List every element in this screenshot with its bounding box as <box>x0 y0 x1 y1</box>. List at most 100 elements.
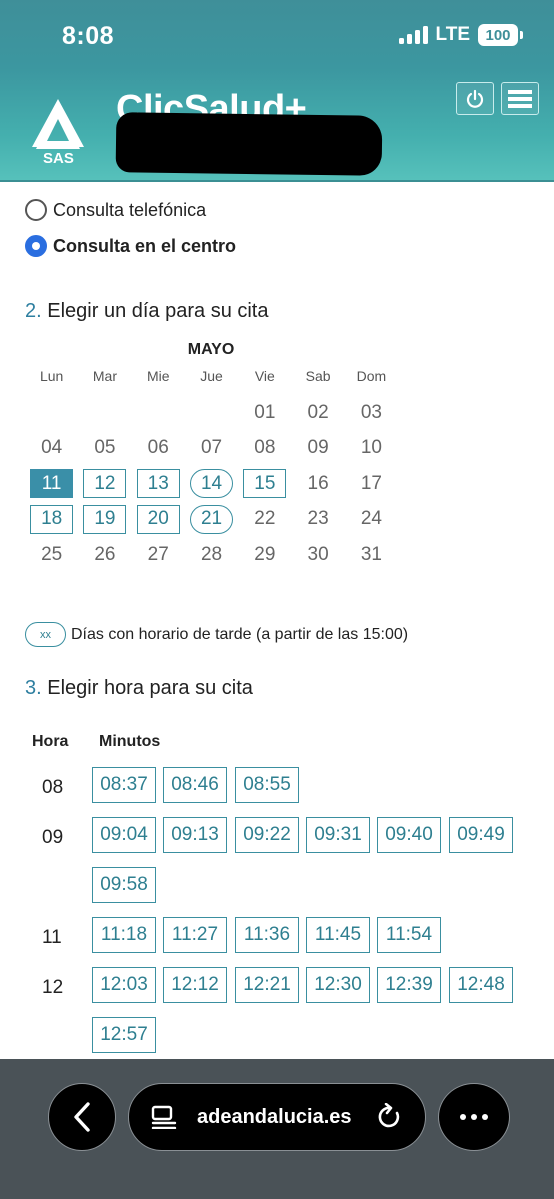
calendar-empty-cell <box>25 395 78 431</box>
radio-label: Consulta telefónica <box>53 199 207 220</box>
calendar-day-05: 05 <box>78 431 131 467</box>
time-slot-button[interactable]: 12:48 <box>449 967 513 1003</box>
radio-button-selected[interactable] <box>25 235 47 257</box>
time-slot-button[interactable]: 11:27 <box>163 917 227 953</box>
time-slot-button[interactable]: 09:22 <box>235 817 299 853</box>
calendar-day-label: 12 <box>83 469 127 499</box>
back-chevron-icon <box>74 1102 90 1132</box>
calendar-day-label: 13 <box>136 469 180 499</box>
weekday-label: Mar <box>92 368 117 384</box>
weekday-label: Dom <box>356 368 387 384</box>
calendar-day-22: 22 <box>238 502 291 538</box>
calendar-day-label: 29 <box>254 543 276 565</box>
hour-label-08: 08 <box>42 777 64 798</box>
time-slot-button[interactable]: 09:49 <box>449 817 513 853</box>
calendar-day-11[interactable]: 11 <box>25 466 78 502</box>
time-slot-button[interactable]: 09:40 <box>377 817 441 853</box>
calendar-day-label: 24 <box>360 508 382 530</box>
calendar-day-25: 25 <box>25 537 78 573</box>
calendar-day-label: 21 <box>190 504 234 534</box>
calendar-day-label: 02 <box>307 401 329 423</box>
hamburger-menu-icon <box>508 89 532 108</box>
calendar-day-27: 27 <box>132 537 185 573</box>
power-icon <box>466 89 484 108</box>
calendar-grid: 01 02 03 04 05 06 07 08 09 10 11 12 13 14 15 16 17 18 19 20… <box>25 395 398 573</box>
time-slot-button[interactable]: 08:37 <box>92 767 156 803</box>
menu-button[interactable] <box>501 82 539 115</box>
calendar-day-03: 03 <box>345 395 398 431</box>
calendar-day-29: 29 <box>238 537 291 573</box>
calendar-day-24: 24 <box>345 502 398 538</box>
time-slot-button[interactable]: 11:36 <box>235 917 299 953</box>
weekday-label: Sab <box>305 368 331 384</box>
calendar-day-14[interactable]: 14 <box>185 466 238 502</box>
calendar-day-label: 28 <box>200 543 223 565</box>
more-button[interactable] <box>438 1083 510 1151</box>
radio-consulta-telefonica[interactable]: Consulta telefónica <box>25 199 206 221</box>
calendar-day-12[interactable]: 12 <box>78 466 131 502</box>
calendar-day-16: 16 <box>291 466 344 502</box>
calendar-day-02: 02 <box>291 395 344 431</box>
logo-text: SAS <box>43 150 74 167</box>
radio-label: Consulta en el centro <box>53 235 237 256</box>
calendar-day-21[interactable]: 21 <box>185 502 238 538</box>
calendar-empty-cell <box>185 395 238 431</box>
calendar-day-label <box>137 398 180 427</box>
calendar-day-28: 28 <box>185 537 238 573</box>
time-slot-button[interactable]: 12:39 <box>377 967 441 1003</box>
calendar-day-label: 08 <box>254 437 276 459</box>
hour-label-12: 12 <box>42 977 64 998</box>
time-slot-button[interactable]: 12:21 <box>235 967 299 1003</box>
weekday-label: Vie <box>254 368 275 384</box>
time-slot-button[interactable]: 12:12 <box>163 967 227 1003</box>
browser-toolbar: adeandalucia.es <box>0 1059 554 1199</box>
calendar-day-label: 11 <box>30 469 74 499</box>
time-slot-button[interactable]: 09:31 <box>306 817 370 853</box>
calendar-day-15[interactable]: 15 <box>238 466 291 502</box>
calendar-day-06: 06 <box>132 431 185 467</box>
time-slot-button[interactable]: 08:46 <box>163 767 227 803</box>
calendar-day-label: 10 <box>360 437 382 459</box>
calendar-day-08: 08 <box>238 431 291 467</box>
address-bar[interactable]: adeandalucia.es <box>128 1083 426 1151</box>
afternoon-pill-sample: xx <box>25 622 66 647</box>
time-slot-button[interactable]: 09:58 <box>92 867 156 903</box>
radio-consulta-centro[interactable]: Consulta en el centro <box>25 235 236 257</box>
time-slot-button[interactable]: 11:18 <box>92 917 156 953</box>
calendar-day-09: 09 <box>291 431 344 467</box>
weekday-label: Lun <box>39 368 64 384</box>
calendar-month: MAYO <box>187 341 235 358</box>
radio-button[interactable] <box>25 199 47 221</box>
time-slot-button[interactable]: 11:45 <box>306 917 370 953</box>
time-slot-button[interactable]: 09:04 <box>92 817 156 853</box>
time-slot-button[interactable]: 11:54 <box>377 917 441 953</box>
time-slot-button[interactable]: 09:13 <box>163 817 227 853</box>
calendar-day-label: 03 <box>360 401 382 423</box>
calendar-day-label: 05 <box>94 437 116 459</box>
calendar-day-18[interactable]: 18 <box>25 502 78 538</box>
status-indicators: LTE 100 <box>398 24 523 46</box>
calendar-day-label: 04 <box>41 437 63 459</box>
battery-level: 100 <box>485 26 511 44</box>
step3-title: 3. Elegir hora para su cita <box>25 677 253 700</box>
power-button[interactable] <box>456 82 494 115</box>
hour-label-09: 09 <box>42 827 64 848</box>
calendar-day-13[interactable]: 13 <box>132 466 185 502</box>
calendar-day-19[interactable]: 19 <box>78 502 131 538</box>
hour-label-11: 11 <box>42 927 62 948</box>
calendar-day-label: 26 <box>94 543 116 565</box>
step-title: Elegir un día para su cita <box>47 300 269 322</box>
calendar-day-01: 01 <box>238 395 291 431</box>
calendar-day-26: 26 <box>78 537 131 573</box>
calendar-day-label: 25 <box>41 543 63 565</box>
calendar-day-20[interactable]: 20 <box>132 502 185 538</box>
time-slot-button[interactable]: 12:03 <box>92 967 156 1003</box>
network-type: LTE <box>435 24 470 45</box>
reload-icon[interactable] <box>377 1103 403 1131</box>
time-slot-button[interactable]: 12:30 <box>306 967 370 1003</box>
time-slot-button[interactable]: 12:57 <box>92 1017 156 1053</box>
calendar-day-label: 01 <box>254 401 276 423</box>
time-slot-button[interactable]: 08:55 <box>235 767 299 803</box>
calendar-day-label: 09 <box>307 437 329 459</box>
back-button[interactable] <box>48 1083 116 1151</box>
